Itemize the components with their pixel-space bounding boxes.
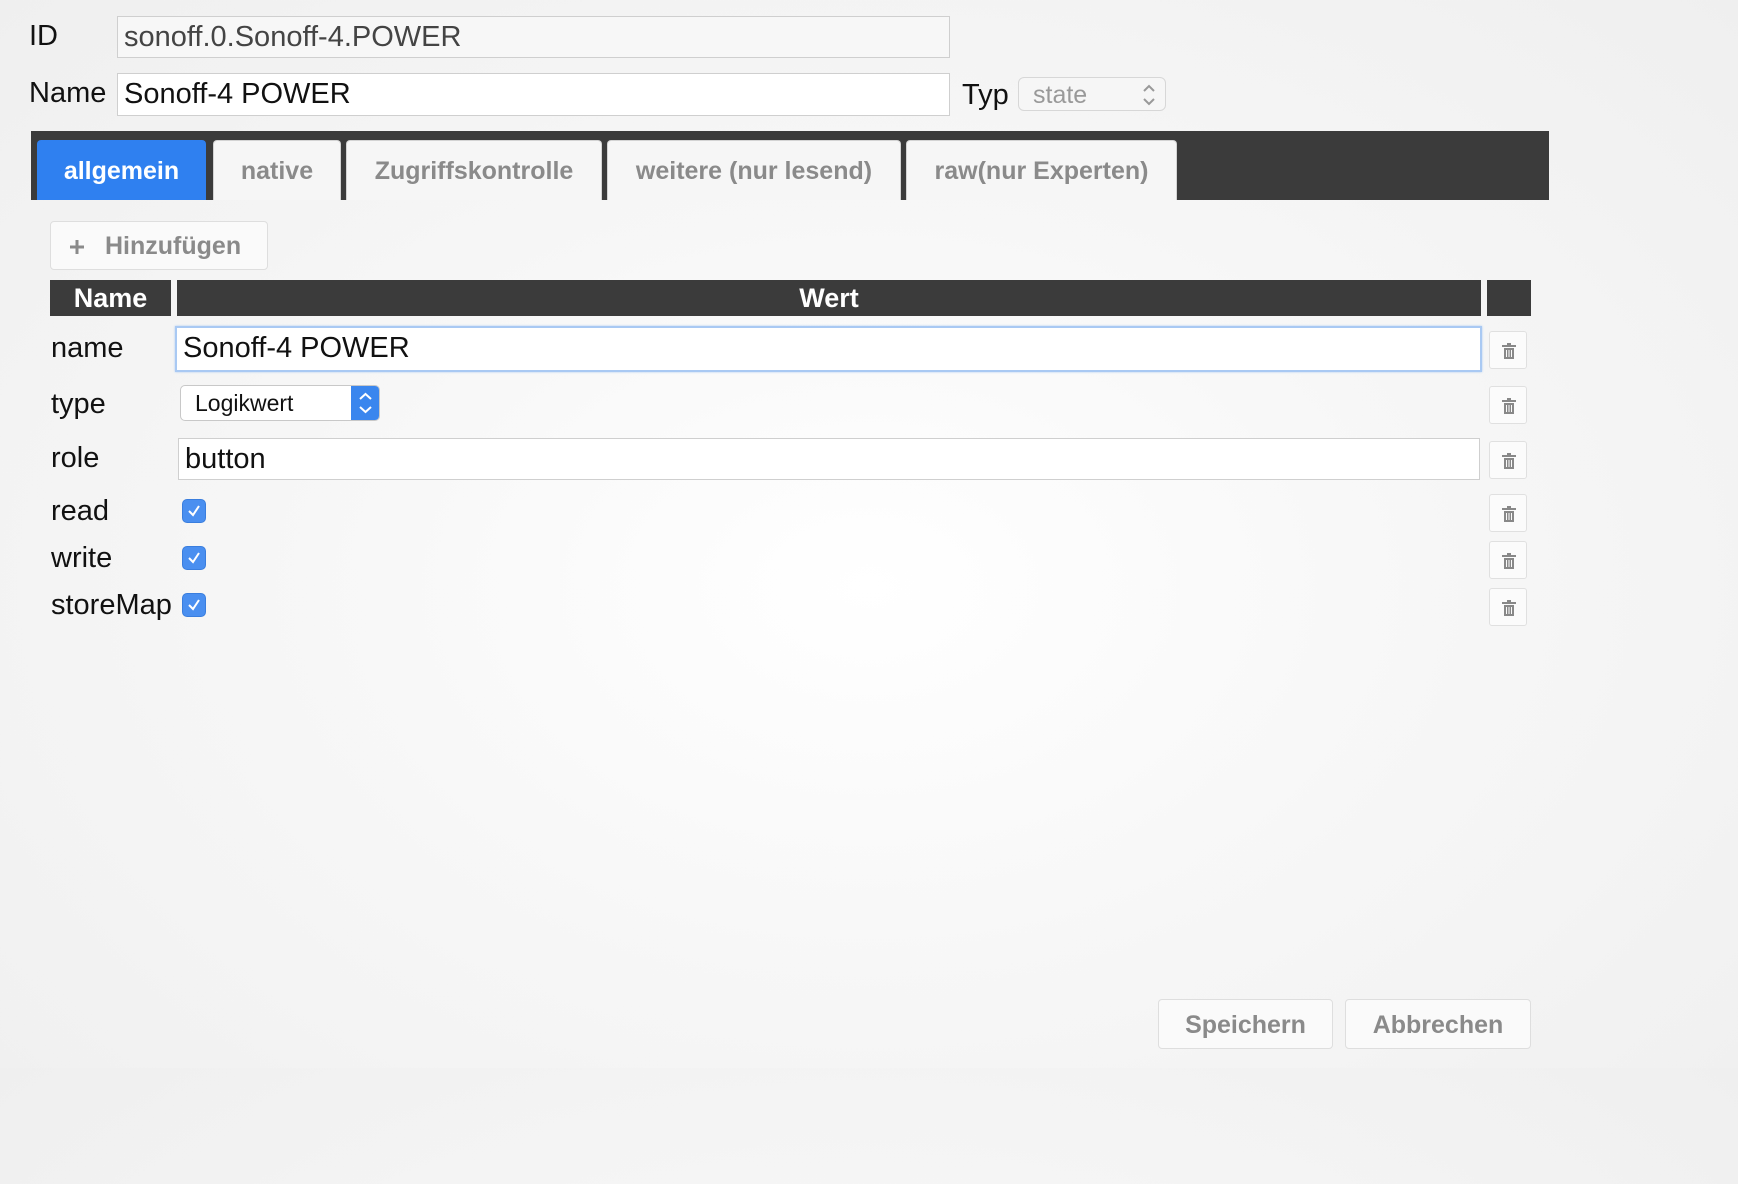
- name-label: Name: [29, 77, 107, 109]
- id-field: sonoff.0.Sonoff-4.POWER: [117, 16, 950, 58]
- trash-icon: [1502, 453, 1516, 469]
- checkmark-icon: [188, 552, 200, 564]
- add-button[interactable]: Hinzufügen: [50, 221, 268, 270]
- row-label-type: type: [51, 388, 106, 420]
- value-input-name[interactable]: Sonoff-4 POWER: [175, 326, 1482, 372]
- checkbox-write[interactable]: [182, 546, 206, 570]
- delete-button-write[interactable]: [1489, 541, 1527, 579]
- tab-raw[interactable]: raw(nur Experten): [906, 140, 1177, 200]
- column-header-name: Name: [50, 280, 171, 316]
- row-label-read: read: [51, 495, 110, 527]
- row-label-storemap: storeMap: [51, 589, 172, 621]
- typ-label: Typ: [962, 79, 1009, 111]
- chevron-updown-icon: [359, 392, 372, 414]
- trash-icon: [1502, 343, 1516, 359]
- plus-icon: [70, 240, 84, 254]
- trash-icon: [1502, 600, 1516, 616]
- delete-button-role[interactable]: [1489, 441, 1527, 479]
- checkbox-read[interactable]: [182, 499, 206, 523]
- trash-icon: [1502, 506, 1516, 522]
- checkmark-icon: [188, 505, 200, 517]
- name-field[interactable]: Sonoff-4 POWER: [117, 73, 950, 116]
- cancel-button[interactable]: Abbrechen: [1345, 999, 1531, 1049]
- column-header-actions: [1487, 280, 1531, 316]
- chevron-updown-icon: [1143, 84, 1155, 106]
- tab-weitere[interactable]: weitere (nur lesend): [607, 140, 901, 200]
- delete-button-type[interactable]: [1489, 386, 1527, 424]
- delete-button-name[interactable]: [1489, 331, 1527, 369]
- checkmark-icon: [188, 599, 200, 611]
- row-label-write: write: [51, 542, 113, 574]
- delete-button-read[interactable]: [1489, 494, 1527, 532]
- column-header-wert: Wert: [177, 280, 1481, 316]
- id-label: ID: [29, 20, 58, 52]
- delete-button-storemap[interactable]: [1489, 588, 1527, 626]
- save-button[interactable]: Speichern: [1158, 999, 1333, 1049]
- select-stepper: [351, 386, 379, 420]
- tab-native[interactable]: native: [213, 140, 341, 200]
- checkbox-storemap[interactable]: [182, 593, 206, 617]
- trash-icon: [1502, 553, 1516, 569]
- value-select-type-label: Logikwert: [195, 390, 294, 416]
- row-label-role: role: [51, 442, 100, 474]
- trash-icon: [1502, 398, 1516, 414]
- value-select-type[interactable]: Logikwert: [180, 385, 380, 421]
- typ-select[interactable]: state: [1018, 77, 1166, 111]
- tab-zugriffskontrolle[interactable]: Zugriffskontrolle: [346, 140, 602, 200]
- tab-allgemein[interactable]: allgemein: [37, 140, 206, 200]
- typ-select-value: state: [1033, 81, 1088, 109]
- row-label-name: name: [51, 332, 124, 364]
- add-button-label: Hinzufügen: [105, 232, 242, 260]
- value-input-role[interactable]: button: [178, 438, 1480, 480]
